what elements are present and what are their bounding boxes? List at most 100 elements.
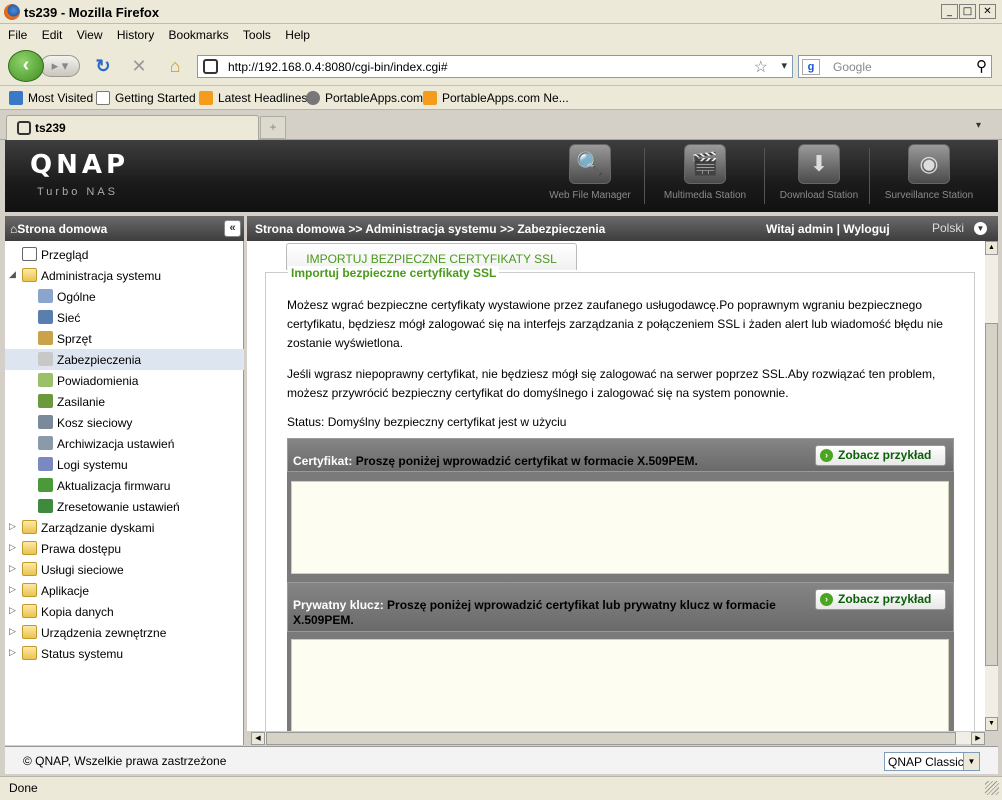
google-icon[interactable]: g [802,59,820,75]
menu-history[interactable]: History [117,28,154,42]
close-button[interactable]: ✕ [979,4,996,19]
sidebar-item-administracja-systemu[interactable]: ◢ Administracja systemu [5,265,244,286]
sidebar-item-zresetowanie-ustawień[interactable]: Zresetowanie ustawień [5,496,244,517]
sidebar-item-powiadomienia[interactable]: Powiadomienia [5,370,244,391]
menu-help[interactable]: Help [285,28,310,42]
collapsed-arrow-icon[interactable]: ▷ [9,626,16,637]
sidebar-item-aktualizacja-firmwaru[interactable]: Aktualizacja firmwaru [5,475,244,496]
stop-icon[interactable]: ✕ [129,56,149,76]
collapsed-arrow-icon[interactable]: ▷ [9,584,16,595]
status-bar: Done [0,776,1002,800]
logout-link[interactable]: Wyloguj [843,222,889,236]
sidebar-item-zarządzanie-dyskami[interactable]: ▷ Zarządzanie dyskami [5,517,244,538]
info-paragraph-1: Możesz wgrać bezpieczne certyfikaty wyst… [287,298,943,350]
language-dropdown-icon[interactable]: ▼ [974,222,987,235]
menu-view[interactable]: View [77,28,103,42]
breadcrumb-bar: Strona domowa >> Administracja systemu >… [247,216,998,241]
sidebar-item-label: Archiwizacja ustawień [57,437,175,451]
sidebar-item-usługi-sieciowe[interactable]: ▷ Usługi sieciowe [5,559,244,580]
collapsed-arrow-icon[interactable]: ▷ [9,605,16,616]
sidebar-item-zasilanie[interactable]: Zasilanie [5,391,244,412]
menu-file[interactable]: File [8,28,27,42]
search-icon[interactable]: ⚲ [976,57,987,75]
status-text: Status: Domyślny bezpieczny certyfikat j… [287,415,567,429]
sidebar-item-ogólne[interactable]: Ogólne [5,286,244,307]
menu-bar: File Edit View History Bookmarks Tools H… [0,24,1002,46]
collapsed-arrow-icon[interactable]: ▷ [9,647,16,658]
back-button[interactable]: ‹ [8,50,44,82]
bookmark-getting-started[interactable]: Getting Started [96,91,196,105]
doc-icon [22,247,37,261]
certificate-textarea[interactable] [291,481,949,574]
page-icon [96,91,110,105]
language-label[interactable]: Polski [932,221,964,235]
tab-list-icon[interactable]: ▾ [976,120,981,131]
expanded-arrow-icon[interactable]: ◢ [9,269,16,280]
sidebar-item-sprzęt[interactable]: Sprzęt [5,328,244,349]
maximize-button[interactable]: □ [959,4,976,19]
sidebar-item-label: Zasilanie [57,395,106,409]
sidebar-item-archiwizacja-ustawień[interactable]: Archiwizacja ustawień [5,433,244,454]
private-key-example-button[interactable]: › Zobacz przykład [815,589,946,610]
scroll-left-icon[interactable]: ◀ [251,732,265,745]
collapse-sidebar-button[interactable]: « [224,220,241,237]
menu-bookmarks[interactable]: Bookmarks [169,28,229,42]
bookmark-icon [9,91,23,105]
forward-button[interactable]: ▸ ▾ [40,55,80,77]
private-key-textarea[interactable] [291,639,949,731]
new-tab-button[interactable]: + [260,116,286,139]
tab-ts239[interactable]: ts239 [6,115,259,140]
scroll-up-icon[interactable]: ▲ [985,241,998,255]
lock-icon [38,352,53,366]
sidebar-item-prawa-dostępu[interactable]: ▷ Prawa dostępu [5,538,244,559]
theme-select[interactable]: QNAP Classic ▼ [884,752,980,771]
surveillance-station-link[interactable]: ◉ Surveillance Station [873,144,985,201]
multimedia-station-link[interactable]: 🎬 Multimedia Station [650,144,760,201]
home-icon[interactable]: ⌂ [165,56,185,76]
bookmark-latest-headlines[interactable]: Latest Headlines [199,91,307,105]
bookmark-star-icon[interactable]: ☆ [754,57,768,77]
bookmarks-toolbar: Most Visited Getting Started Latest Head… [0,86,1002,110]
collapsed-arrow-icon[interactable]: ▷ [9,542,16,553]
horizontal-scrollbar[interactable]: ◀ ▶ [251,731,985,745]
folder-icon [22,583,37,597]
sidebar-item-aplikacje[interactable]: ▷ Aplikacje [5,580,244,601]
menu-tools[interactable]: Tools [243,28,271,42]
sidebar-item-status-systemu[interactable]: ▷ Status systemu [5,643,244,664]
go-arrow-icon: › [820,449,833,462]
scroll-down-icon[interactable]: ▼ [985,717,998,731]
sidebar-item-label: Ogólne [57,290,96,304]
reload-icon[interactable]: ↻ [93,56,113,76]
scrollbar-thumb[interactable] [985,323,998,666]
sidebar-item-przegląd[interactable]: Przegląd [5,244,244,265]
download-station-link[interactable]: ⬇ Download Station [767,144,871,201]
bookmark-portableapps[interactable]: PortableApps.com [306,91,423,105]
minimize-button[interactable]: _ [941,4,958,19]
url-dropdown-icon[interactable]: ▾ [781,59,787,72]
power-icon [38,394,53,408]
collapsed-arrow-icon[interactable]: ▷ [9,521,16,532]
sidebar-item-zabezpieczenia[interactable]: Zabezpieczenia [5,349,244,370]
sidebar-home-link[interactable]: ⌂Strona domowa [10,222,107,236]
bookmark-portableapps-news[interactable]: PortableApps.com Ne... [423,91,569,105]
sidebar-item-kopia-danych[interactable]: ▷ Kopia danych [5,601,244,622]
address-bar[interactable]: http://192.168.0.4:8080/cgi-bin/index.cg… [197,55,793,78]
bookmark-most-visited[interactable]: Most Visited [9,91,93,105]
recycle-icon [38,415,53,429]
sidebar-item-label: Aplikacje [41,584,90,598]
certificate-example-button[interactable]: › Zobacz przykład [815,445,946,466]
search-box[interactable]: g Google ⚲ [798,55,992,78]
scroll-right-icon[interactable]: ▶ [971,732,985,745]
collapsed-arrow-icon[interactable]: ▷ [9,563,16,574]
resize-grip-icon[interactable] [985,781,999,795]
tab-strip: ts239 + ▾ [0,110,1002,140]
vertical-scrollbar[interactable]: ▲ ▼ [985,241,998,731]
sidebar-item-urządzenia-zewnętrzne[interactable]: ▷ Urządzenia zewnętrzne [5,622,244,643]
sidebar-item-logi-systemu[interactable]: Logi systemu [5,454,244,475]
menu-edit[interactable]: Edit [42,28,63,42]
web-file-manager-link[interactable]: 🔍 Web File Manager [540,144,640,201]
sidebar-item-kosz-sieciowy[interactable]: Kosz sieciowy [5,412,244,433]
sidebar-item-sieć[interactable]: Sieć [5,307,244,328]
go-arrow-icon: › [820,593,833,606]
scrollbar-thumb[interactable] [266,732,956,745]
